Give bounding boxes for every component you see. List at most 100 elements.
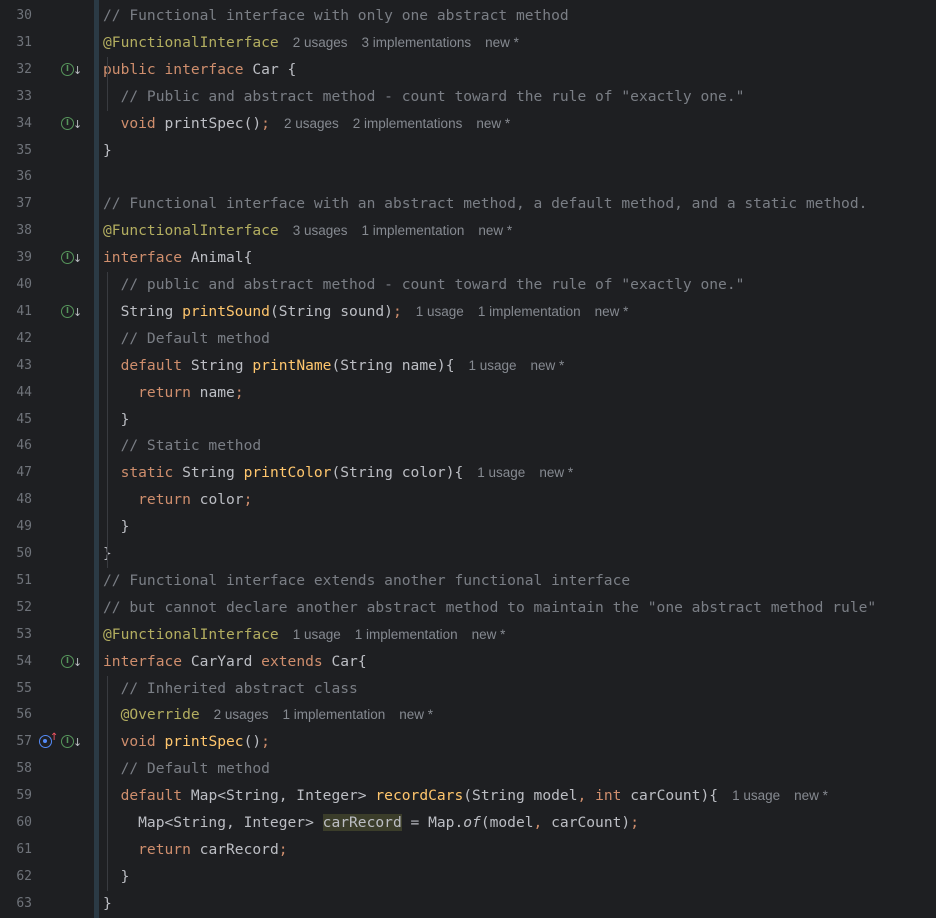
code-line[interactable]: 54 I ↓ interface CarYard extends Car{: [0, 649, 936, 676]
code-line[interactable]: 63}: [0, 891, 936, 918]
inlay-hint[interactable]: 3 implementations: [362, 35, 472, 50]
inlay-hint[interactable]: 1 usage: [468, 358, 516, 373]
code-text[interactable]: Map<String, Integer> carRecord = Map.of(…: [103, 810, 639, 837]
line-number[interactable]: 35: [0, 138, 32, 165]
line-number[interactable]: 51: [0, 568, 32, 595]
code-line[interactable]: 33 // Public and abstract method - count…: [0, 84, 936, 111]
line-number[interactable]: 47: [0, 460, 32, 487]
code-line[interactable]: 47 static String printColor(String color…: [0, 460, 936, 487]
line-number[interactable]: 61: [0, 837, 32, 864]
line-number[interactable]: 48: [0, 487, 32, 514]
code-line[interactable]: 35}: [0, 138, 936, 165]
code-text[interactable]: // Default method: [103, 756, 270, 783]
code-line[interactable]: 38 @FunctionalInterface 3 usages 1 implemen…: [0, 218, 936, 245]
inlay-hint[interactable]: new *: [794, 788, 828, 803]
line-number[interactable]: 53: [0, 622, 32, 649]
inlay-hint[interactable]: new *: [485, 35, 519, 50]
code-line[interactable]: 39 I ↓ interface Animal{: [0, 245, 936, 272]
code-line[interactable]: 62 }: [0, 864, 936, 891]
code-line[interactable]: 50}: [0, 541, 936, 568]
inlay-hint[interactable]: new *: [472, 627, 506, 642]
code-line[interactable]: 53 @FunctionalInterface 1 usage 1 implement…: [0, 622, 936, 649]
code-line[interactable]: 44 return name;: [0, 380, 936, 407]
inlay-hint[interactable]: 2 usages: [284, 116, 339, 131]
code-line[interactable]: 37 // Functional interface with an abstra…: [0, 191, 936, 218]
line-number[interactable]: 31: [0, 30, 32, 57]
code-text[interactable]: return color;: [103, 487, 252, 514]
line-number[interactable]: 54: [0, 649, 32, 676]
line-number[interactable]: 49: [0, 514, 32, 541]
line-number[interactable]: 59: [0, 783, 32, 810]
line-number[interactable]: 46: [0, 433, 32, 460]
inlay-hint[interactable]: 1 implementation: [282, 707, 385, 722]
code-text[interactable]: // public and abstract method - count to…: [103, 272, 745, 299]
code-text[interactable]: // but cannot declare another abstract m…: [103, 595, 876, 622]
inlay-hint[interactable]: 1 usage: [293, 627, 341, 642]
code-line[interactable]: 42 // Default method: [0, 326, 936, 353]
code-line[interactable]: 46 // Static method: [0, 433, 936, 460]
code-text[interactable]: interface CarYard extends Car{: [103, 649, 367, 676]
inlay-hint[interactable]: 1 usage: [732, 788, 780, 803]
code-editor[interactable]: 30 // Functional interface with only one …: [0, 0, 936, 918]
line-number[interactable]: 33: [0, 84, 32, 111]
line-number[interactable]: 40: [0, 272, 32, 299]
code-text[interactable]: default String printName(String name){1 …: [103, 353, 565, 380]
code-text[interactable]: }: [103, 138, 112, 165]
inlay-hint[interactable]: 1 usage: [477, 465, 525, 480]
inlay-hint[interactable]: new *: [399, 707, 433, 722]
line-number[interactable]: 32: [0, 57, 32, 84]
code-text[interactable]: static String printColor(String color){1…: [103, 460, 574, 487]
code-line[interactable]: 59 default Map<String, Integer> recordCa…: [0, 783, 936, 810]
line-number[interactable]: 63: [0, 891, 32, 918]
code-line[interactable]: 49 }: [0, 514, 936, 541]
inlay-hint[interactable]: 2 usages: [214, 707, 269, 722]
code-text[interactable]: default Map<String, Integer> recordCars(…: [103, 783, 828, 810]
arrow-down-icon[interactable]: ↓: [73, 249, 82, 269]
code-text[interactable]: // Inherited abstract class: [103, 676, 358, 703]
line-number[interactable]: 36: [0, 164, 32, 191]
code-line[interactable]: 45 }: [0, 407, 936, 434]
code-line[interactable]: 41 I ↓ String printSound(String sound); 1 u…: [0, 299, 936, 326]
code-line[interactable]: 55 // Inherited abstract class: [0, 676, 936, 703]
code-line[interactable]: 52 // but cannot declare another abstract…: [0, 595, 936, 622]
line-number[interactable]: 50: [0, 541, 32, 568]
code-line[interactable]: 58 // Default method: [0, 756, 936, 783]
code-line[interactable]: 36: [0, 164, 936, 191]
code-line[interactable]: 56 @Override 2 usages 1 implementation new …: [0, 702, 936, 729]
arrow-down-icon[interactable]: ↓: [73, 653, 82, 673]
code-line[interactable]: 60 Map<String, Integer> carRecord = Map.…: [0, 810, 936, 837]
line-number[interactable]: 58: [0, 756, 32, 783]
code-text[interactable]: // Functional interface with an abstract…: [103, 191, 867, 218]
code-text[interactable]: String printSound(String sound); 1 usage 1…: [103, 299, 629, 326]
inlay-hint[interactable]: new *: [476, 116, 510, 131]
arrow-down-icon[interactable]: ↓: [73, 61, 82, 81]
code-line[interactable]: 34 I ↓ void printSpec(); 2 usages 2 implemen…: [0, 111, 936, 138]
line-number[interactable]: 62: [0, 864, 32, 891]
inlay-hint[interactable]: new *: [539, 465, 573, 480]
arrow-down-icon[interactable]: ↓: [73, 733, 82, 753]
code-text[interactable]: void printSpec(); 2 usages 2 implementatio…: [103, 111, 511, 138]
line-number[interactable]: 55: [0, 676, 32, 703]
code-text[interactable]: @FunctionalInterface 2 usages 3 implementa…: [103, 30, 519, 57]
line-number[interactable]: 41: [0, 299, 32, 326]
code-text[interactable]: interface Animal{: [103, 245, 252, 272]
code-text[interactable]: // Public and abstract method - count to…: [103, 84, 745, 111]
line-number[interactable]: 30: [0, 3, 32, 30]
arrow-down-icon[interactable]: ↓: [73, 303, 82, 323]
inlay-hint[interactable]: 3 usages: [293, 223, 348, 238]
line-number[interactable]: 52: [0, 595, 32, 622]
code-text[interactable]: @FunctionalInterface 3 usages 1 implementa…: [103, 218, 512, 245]
code-text[interactable]: void printSpec();: [103, 729, 270, 756]
inlay-hint[interactable]: 1 implementation: [362, 223, 465, 238]
code-line[interactable]: 51 // Functional interface extends anothe…: [0, 568, 936, 595]
code-line[interactable]: 31 @FunctionalInterface 2 usages 3 implemen…: [0, 30, 936, 57]
line-number[interactable]: 34: [0, 111, 32, 138]
line-number[interactable]: 39: [0, 245, 32, 272]
line-number[interactable]: 57: [0, 729, 32, 756]
inlay-hint[interactable]: 1 usage: [416, 304, 464, 319]
line-number[interactable]: 43: [0, 353, 32, 380]
line-number[interactable]: 44: [0, 380, 32, 407]
code-text[interactable]: return name;: [103, 380, 243, 407]
code-text[interactable]: public interface Car {: [103, 57, 296, 84]
line-number[interactable]: 37: [0, 191, 32, 218]
